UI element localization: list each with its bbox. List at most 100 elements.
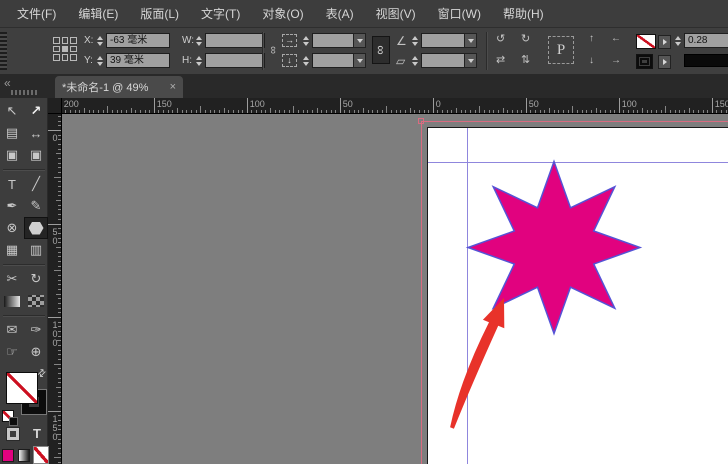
apply-none-button[interactable] xyxy=(33,447,48,463)
formatting-affects-container-button[interactable] xyxy=(6,427,20,441)
y-stepper[interactable] xyxy=(95,53,104,68)
shear-dropdown[interactable] xyxy=(464,53,477,68)
note-tool[interactable]: ✉ xyxy=(0,319,24,341)
menu-help[interactable]: 帮助(H) xyxy=(492,0,555,27)
divider xyxy=(262,32,263,70)
pencil-tool[interactable]: ✎ xyxy=(24,195,48,217)
scale-y-stepper[interactable] xyxy=(301,53,310,68)
w-field[interactable] xyxy=(205,33,265,48)
polygon-icon xyxy=(28,221,44,235)
select-previous-object-button[interactable]: ← xyxy=(611,32,621,46)
vertical-ruler[interactable]: 0 50 100 150 xyxy=(48,114,62,464)
rotation-dropdown[interactable] xyxy=(464,33,477,48)
select-content-button[interactable]: ↑ xyxy=(589,32,594,46)
document-canvas[interactable] xyxy=(62,114,728,464)
h-stepper[interactable] xyxy=(194,53,203,68)
horizontal-grid-tool[interactable]: ▦ xyxy=(0,239,24,261)
flip-horizontal-button[interactable]: ⇄ xyxy=(496,53,505,67)
line-tool[interactable]: ╱ xyxy=(24,173,48,195)
stroke-swatch[interactable] xyxy=(636,54,653,69)
rotation-stepper[interactable] xyxy=(410,33,419,48)
menu-file[interactable]: 文件(F) xyxy=(6,0,67,27)
select-next-object-button[interactable]: → xyxy=(611,54,621,68)
rotate-ccw-button[interactable]: ↺ xyxy=(496,32,505,46)
ellipse-frame-tool[interactable]: ⊗ xyxy=(0,217,24,239)
y-field[interactable]: 39 毫米 xyxy=(106,53,170,68)
flip-vertical-button[interactable]: ⇅ xyxy=(521,53,530,67)
stroke-type-dropdown[interactable] xyxy=(684,54,728,67)
hruler-label: 0 xyxy=(435,99,441,109)
menu-edit[interactable]: 编辑(E) xyxy=(67,0,129,27)
menu-object[interactable]: 对象(O) xyxy=(251,0,314,27)
menu-window[interactable]: 窗口(W) xyxy=(427,0,492,27)
constrain-scale-button[interactable]: ∞ xyxy=(372,36,390,64)
menu-view[interactable]: 视图(V) xyxy=(365,0,427,27)
x-field[interactable]: -63 毫米 xyxy=(106,33,170,48)
x-stepper[interactable] xyxy=(95,33,104,48)
polygon-tool[interactable] xyxy=(24,217,48,239)
stroke-weight-stepper[interactable] xyxy=(673,33,682,48)
scale-x-field[interactable] xyxy=(312,33,354,48)
scale-y-dropdown[interactable] xyxy=(353,53,366,68)
menu-layout[interactable]: 版面(L) xyxy=(129,0,190,27)
content-placer-tool[interactable]: ▣ xyxy=(24,144,48,166)
scale-x-icon: → xyxy=(282,34,297,47)
apply-color-button[interactable] xyxy=(2,448,14,462)
stroke-weight-field[interactable]: 0.28 xyxy=(684,33,728,48)
formatting-row: T xyxy=(0,425,48,443)
artwork-layer xyxy=(450,159,643,429)
pen-tool[interactable]: ✒ xyxy=(0,195,24,217)
apply-gradient-button[interactable] xyxy=(17,448,30,462)
document-tab-bar: « *未命名-1 @ 49% × xyxy=(0,74,728,98)
panel-grip[interactable] xyxy=(0,32,7,70)
hand-tool[interactable]: ☞ xyxy=(0,341,24,363)
ruler-corner[interactable] xyxy=(48,98,62,114)
content-collector-tool[interactable]: ▣ xyxy=(0,144,24,166)
fill-flyout-button[interactable] xyxy=(658,35,671,49)
fill-proxy-swatch[interactable] xyxy=(6,372,38,404)
x-label: X: xyxy=(84,35,94,46)
vertical-grid-tool[interactable]: ▥ xyxy=(24,239,48,261)
gradient-feather-tool[interactable] xyxy=(24,290,48,312)
selection-tool[interactable]: ↖ xyxy=(0,100,24,122)
scale-x-dropdown[interactable] xyxy=(353,33,366,48)
eyedropper-tool[interactable]: ✑ xyxy=(24,319,48,341)
shear-field[interactable] xyxy=(421,53,465,68)
select-container-button[interactable]: P xyxy=(548,36,574,64)
fill-swatch-none[interactable] xyxy=(636,34,656,49)
stroke-flyout-button[interactable] xyxy=(658,55,671,69)
document-tab[interactable]: *未命名-1 @ 49% × xyxy=(55,76,183,98)
constrain-wh-icon[interactable]: ∞ xyxy=(266,46,280,54)
free-transform-tool[interactable]: ↻ xyxy=(24,268,48,290)
h-field[interactable] xyxy=(205,53,265,68)
scissors-tool[interactable]: ✂ xyxy=(0,268,24,290)
rotate-cw-button[interactable]: ↻ xyxy=(521,32,530,46)
w-stepper[interactable] xyxy=(194,33,203,48)
collapse-panels-icon[interactable]: « xyxy=(4,76,11,90)
default-fill-stroke-icon[interactable] xyxy=(2,410,18,426)
hruler-label: 200 xyxy=(63,99,79,109)
horizontal-ruler[interactable]: 200 150 100 50 0 50 100 150 xyxy=(62,98,728,114)
direct-selection-tool[interactable]: ↗ xyxy=(24,100,48,122)
zoom-tool[interactable]: ⊕ xyxy=(24,341,48,363)
scale-y-field[interactable] xyxy=(312,53,354,68)
shear-stepper[interactable] xyxy=(410,53,419,68)
gap-tool[interactable]: ↔ xyxy=(24,122,48,144)
toolbar-separator xyxy=(0,261,48,268)
apply-row xyxy=(2,447,48,463)
reference-point-proxy[interactable] xyxy=(53,37,77,61)
rotation-field[interactable] xyxy=(421,33,465,48)
page-tool[interactable]: ▤ xyxy=(0,122,24,144)
star-shape[interactable] xyxy=(465,159,643,336)
scale-x-stepper[interactable] xyxy=(301,33,310,48)
menu-table[interactable]: 表(A) xyxy=(315,0,365,27)
tab-close-icon[interactable]: × xyxy=(170,81,176,93)
type-tool[interactable]: T xyxy=(0,173,24,195)
select-prev-in-button[interactable]: ↓ xyxy=(589,54,594,68)
gradient-swatch-tool[interactable] xyxy=(0,290,24,312)
toolbar-grip[interactable] xyxy=(11,90,37,95)
menu-type[interactable]: 文字(T) xyxy=(190,0,251,27)
rotation-angle-icon: ∠ xyxy=(396,34,407,48)
formatting-affects-text-button[interactable]: T xyxy=(33,427,41,441)
hruler-label: 50 xyxy=(342,99,353,109)
